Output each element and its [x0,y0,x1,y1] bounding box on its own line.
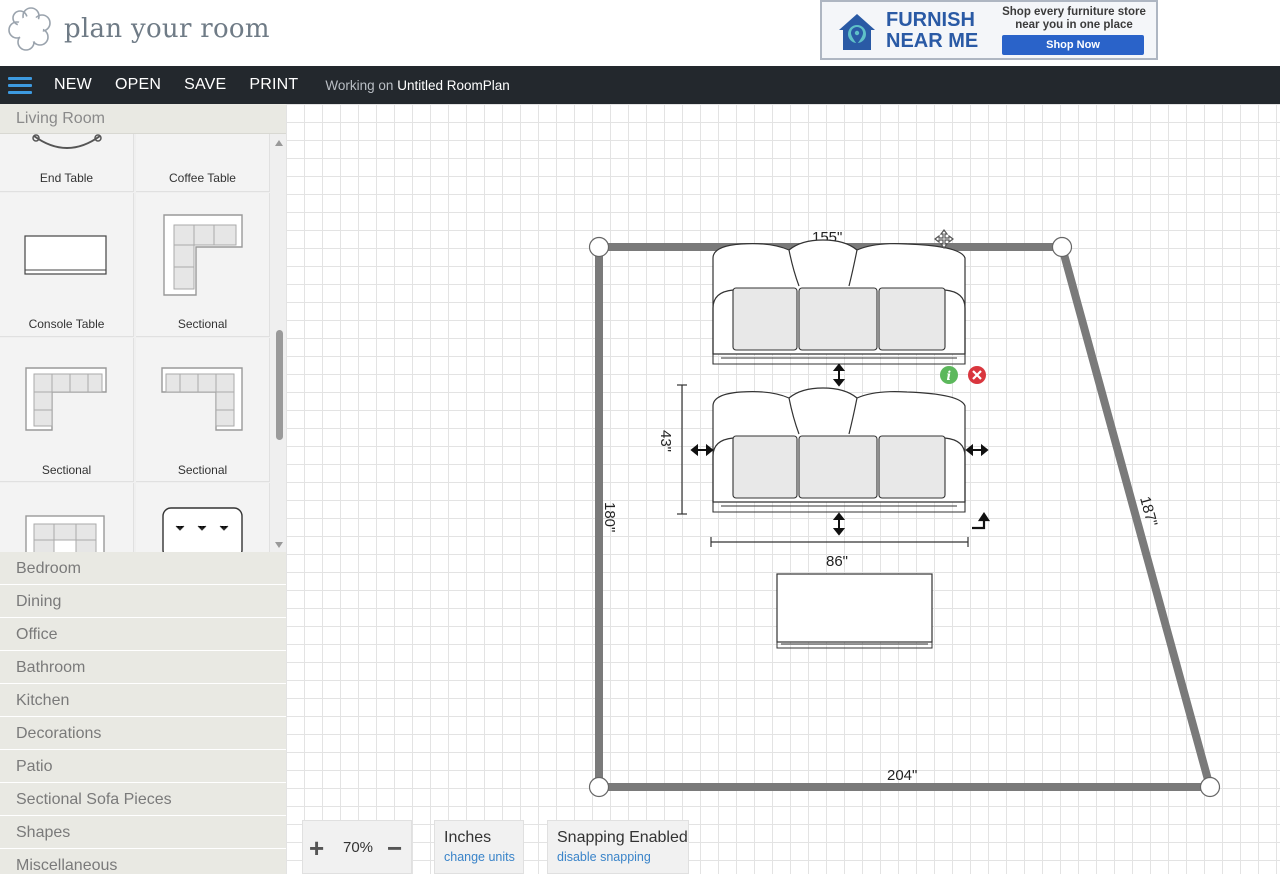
category-office[interactable]: Office [0,618,286,651]
units-control[interactable]: Inches change units [434,820,524,874]
header: plan your room FURNISH NEAR ME Shop ever… [0,0,1280,66]
resize-bottom-handle-icon[interactable] [832,512,846,536]
category-list: Bedroom Dining Office Bathroom Kitchen D… [0,552,286,874]
zoom-control: + 70% − [302,820,412,874]
category-sectional-sofa-pieces[interactable]: Sectional Sofa Pieces [0,783,286,816]
ad-brand-line1: FURNISH [886,9,975,31]
tufted-ottoman-icon [162,507,243,552]
hamburger-menu-icon[interactable] [8,73,32,98]
info-icon-glyph: i [947,369,952,383]
furniture-item-coffee-table[interactable]: Coffee Table [136,134,270,192]
item-label: Sectional [177,317,228,331]
wall-bottom-dimension: 204" [887,767,917,784]
category-shapes[interactable]: Shapes [0,816,286,849]
logo-text: plan your room [64,14,270,44]
sofa-depth-guide [677,384,687,515]
item-label: End Table [39,171,94,185]
furniture-item-end-table[interactable]: End Table [0,134,134,192]
sidebar-scrollbar[interactable] [272,134,286,552]
item-label: Console Table [28,317,105,331]
top-nav-bar: NEW OPEN SAVE PRINT Working on Untitled … [0,66,1280,104]
zoom-out-button[interactable]: − [387,833,402,864]
open-button[interactable]: OPEN [115,76,161,94]
sofa-selected[interactable] [712,387,966,513]
wall-left-dimension: 180" [601,502,618,532]
sofa-width-guide [710,537,969,547]
change-units-link[interactable]: change units [444,850,515,864]
furniture-item-sectional-r[interactable]: Sectional [136,338,270,482]
category-bedroom[interactable]: Bedroom [0,552,286,585]
flower-logo-icon [8,7,51,51]
wall-corner-handle[interactable] [1199,776,1221,798]
furniture-grid: End Table Coffee Table Console Table Sec… [0,134,286,552]
r-sectional-icon [161,367,243,431]
rotate-handle-icon[interactable] [972,512,991,530]
wall-corner-handle[interactable] [588,776,610,798]
category-bathroom[interactable]: Bathroom [0,651,286,684]
category-dining[interactable]: Dining [0,585,286,618]
save-button[interactable]: SAVE [184,76,226,94]
category-miscellaneous[interactable]: Miscellaneous [0,849,286,874]
item-label: Coffee Table [169,171,236,185]
disable-snapping-link[interactable]: disable snapping [557,850,651,864]
zoom-level: 70% [343,839,374,856]
logo[interactable]: plan your room [8,6,270,52]
snapping-control[interactable]: Snapping Enabled disable snapping [547,820,689,874]
wall-corner-handle[interactable] [1051,236,1073,258]
scrollbar-thumb[interactable] [276,330,283,440]
snapping-title: Snapping Enabled [557,829,688,846]
house-pin-icon [839,14,875,50]
l-sectional-icon [163,214,243,296]
furniture-item-sectional-l[interactable]: Sectional [136,193,270,337]
new-button[interactable]: NEW [54,76,92,94]
furniture-sidebar: Living Room End Table Coffee Table Conso… [0,104,286,874]
sofa-width-dimension: 86" [826,553,848,570]
resize-top-handle-icon[interactable] [832,363,846,387]
l-sectional-icon [25,367,107,431]
category-decorations[interactable]: Decorations [0,717,286,750]
document-name[interactable]: Untitled RoomPlan [397,78,510,93]
sofa-depth-dimension: 43" [657,430,674,452]
furniture-item-tufted-ottoman[interactable] [136,483,270,552]
room-canvas[interactable]: 155" 204" 180" 187" 43" 86" i [286,104,1280,874]
end-table-icon [32,134,102,149]
u-sectional-icon [25,515,105,552]
sofa-top[interactable] [712,239,966,365]
resize-right-handle-icon[interactable] [965,443,989,457]
furniture-item-u-sectional[interactable] [0,483,134,552]
console-table-icon [24,235,107,275]
units-title: Inches [444,829,492,846]
furniture-item-console-table[interactable]: Console Table [0,193,134,337]
furniture-item-sectional-l2[interactable]: Sectional [0,338,134,482]
category-kitchen[interactable]: Kitchen [0,684,286,717]
room-plan[interactable]: 155" 204" 180" 187" 43" 86" i [286,104,1280,874]
item-label: Sectional [177,463,228,477]
working-prefix: Working on [325,77,394,93]
ad-tagline: Shop every furniture store near you in o… [1002,6,1146,31]
resize-left-handle-icon[interactable] [690,443,714,457]
category-patio[interactable]: Patio [0,750,286,783]
working-on-label: Working on Untitled RoomPlan [325,78,509,93]
print-button[interactable]: PRINT [249,76,298,94]
scroll-down-arrow-icon[interactable] [275,542,283,548]
item-label: Sectional [41,463,92,477]
ad-brand-line2: NEAR ME [886,30,979,52]
scroll-up-arrow-icon[interactable] [275,140,283,146]
ad-shop-now-button[interactable]: Shop Now [1002,35,1144,55]
zoom-in-button[interactable]: + [309,833,324,864]
ad-brand: FURNISH NEAR ME [886,10,978,52]
wall-corner-handle[interactable] [588,236,610,258]
category-living-room[interactable]: Living Room [0,104,286,134]
coffee-table[interactable] [776,573,933,649]
ad-banner[interactable]: FURNISH NEAR ME Shop every furniture sto… [820,0,1158,60]
